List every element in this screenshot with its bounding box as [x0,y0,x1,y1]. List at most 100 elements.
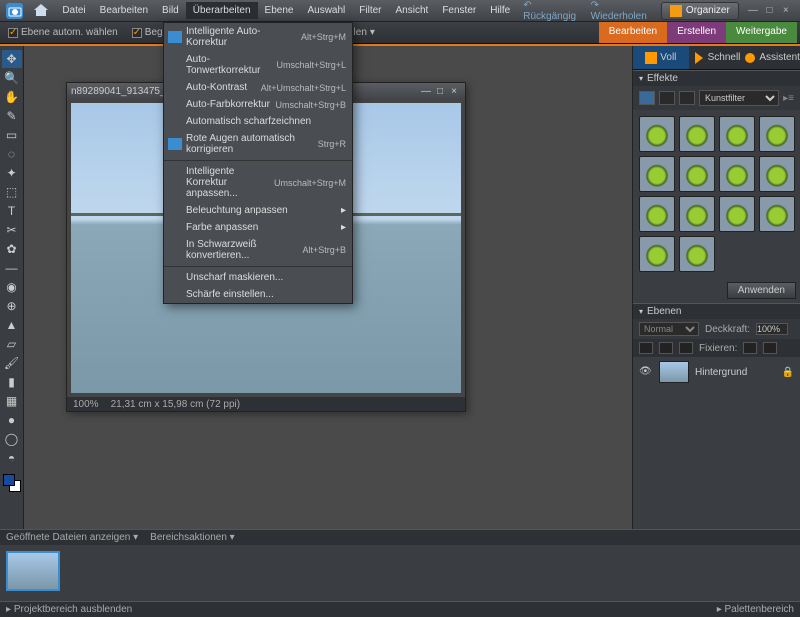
lock-pixels-icon[interactable] [763,342,777,354]
clone-stamp-tool[interactable]: ▲ [2,316,22,334]
cookie-cutter-tool[interactable]: ✿ [2,240,22,258]
layer-row[interactable]: 👁 Hintergrund 🔒 [633,357,800,387]
menu-item[interactable]: Intelligente Auto-KorrekturAlt+Strg+M [164,23,352,51]
bin-show-dropdown[interactable]: Geöffnete Dateien anzeigen ▾ [6,532,138,543]
effect-thumb[interactable] [679,236,715,272]
effects-category-select[interactable]: Kunstfilter [699,90,779,106]
effects-tab-icon[interactable] [679,91,695,105]
adjustment-layer-icon[interactable] [659,342,673,354]
styles-tab-icon[interactable] [659,91,675,105]
tab-weitergabe[interactable]: Weitergabe [726,22,797,43]
zoom-tool[interactable]: 🔍 [2,69,22,87]
minimize-icon[interactable]: — [748,5,758,16]
eyedropper-tool[interactable]: ✎ [2,107,22,125]
redo-button[interactable]: ↷ Wiederholen [591,0,649,22]
shape-tool[interactable]: ● [2,411,22,429]
bin-actions-dropdown[interactable]: Bereichsaktionen ▾ [150,532,235,543]
menu-ebene[interactable]: Ebene [258,2,301,19]
menu-item[interactable]: Auto-TonwertkorrekturUmschalt+Strg+L [164,51,352,79]
menu-hilfe[interactable]: Hilfe [483,2,517,19]
menu-item[interactable]: Auto-FarbkorrekturUmschalt+Strg+B [164,96,352,113]
menu-item[interactable]: Unscharf maskieren... [164,269,352,286]
effect-thumb[interactable] [639,236,675,272]
eraser-tool[interactable]: ▱ [2,335,22,353]
checkbox-icon[interactable] [8,28,18,38]
lock-all-icon[interactable] [743,342,757,354]
menu-item[interactable]: Automatisch scharfzeichnen [164,113,352,130]
effects-panel-header[interactable]: ▾Effekte [633,70,800,86]
opacity-input[interactable] [756,323,788,335]
menu-bearbeiten[interactable]: Bearbeiten [93,2,155,19]
effect-thumb[interactable] [759,156,795,192]
menu-item[interactable]: Farbe anpassen▸ [164,219,352,236]
menu-item[interactable]: Beleuchtung anpassen▸ [164,202,352,219]
menu-bild[interactable]: Bild [155,2,186,19]
effect-thumb[interactable] [639,116,675,152]
bin-thumbnail[interactable] [6,551,60,591]
brush-tool[interactable]: 🖌 [2,354,22,372]
effect-thumb[interactable] [719,196,755,232]
effect-thumb[interactable] [679,156,715,192]
delete-layer-icon[interactable] [679,342,693,354]
palette-toggle[interactable]: ▸ Palettenbereich [717,604,794,615]
undo-button[interactable]: ↶ Rückgängig [523,0,578,22]
doc-maximize-icon[interactable]: □ [433,86,447,97]
hide-bin-toggle[interactable]: ▸ Projektbereich ausblenden [6,604,132,615]
organizer-button[interactable]: Organizer [661,2,739,20]
doc-close-icon[interactable]: × [447,86,461,97]
menu-ueberarbeiten[interactable]: Überarbeiten [186,2,258,19]
effect-thumb[interactable] [719,156,755,192]
blend-mode-select[interactable]: Normal [639,322,699,336]
selection-brush-tool[interactable]: ⬚ [2,183,22,201]
visibility-eye-icon[interactable]: 👁 [639,366,653,378]
menu-item[interactable]: Auto-KontrastAlt+Umschalt+Strg+L [164,79,352,96]
mode-guided[interactable]: Assistent [744,46,800,69]
menu-datei[interactable]: Datei [55,2,92,19]
mode-quick[interactable]: Schnell [689,46,745,69]
gradient-tool[interactable]: ▦ [2,392,22,410]
mode-full[interactable]: Voll [633,46,689,69]
close-icon[interactable]: × [781,5,791,16]
effect-thumb[interactable] [639,156,675,192]
layers-panel-header[interactable]: ▾Ebenen [633,303,800,319]
effect-thumb[interactable] [679,196,715,232]
app-logo[interactable] [6,3,23,19]
menu-auswahl[interactable]: Auswahl [300,2,352,19]
tab-bearbeiten[interactable]: Bearbeiten [599,22,667,43]
healing-brush-tool[interactable]: ⊕ [2,297,22,315]
menu-item[interactable]: Schärfe einstellen... [164,286,352,303]
menu-item[interactable]: In Schwarzweiß konvertieren...Alt+Strg+B [164,236,352,264]
straighten-tool[interactable]: — [2,259,22,277]
marquee-tool[interactable]: ▭ [2,126,22,144]
effect-thumb[interactable] [679,116,715,152]
panel-menu-icon[interactable]: ▸≡ [783,93,794,104]
home-icon[interactable] [33,3,49,19]
filters-tab-icon[interactable] [639,91,655,105]
move-tool[interactable]: ✥ [2,50,22,68]
new-layer-icon[interactable] [639,342,653,354]
effect-thumb[interactable] [719,116,755,152]
red-eye-tool[interactable]: ◉ [2,278,22,296]
type-tool[interactable]: T [2,202,22,220]
hand-tool[interactable]: ✋ [2,88,22,106]
lasso-tool[interactable]: ◌ [2,145,22,163]
magic-wand-tool[interactable]: ✦ [2,164,22,182]
paint-bucket-tool[interactable]: ▮ [2,373,22,391]
menu-item[interactable]: Intelligente Korrektur anpassen...Umscha… [164,163,352,202]
checkbox-icon[interactable] [132,28,142,38]
menu-item[interactable]: Rote Augen automatisch korrigierenStrg+R [164,130,352,158]
doc-minimize-icon[interactable]: — [419,86,433,97]
crop-tool[interactable]: ✂ [2,221,22,239]
foreground-background-colors[interactable] [3,474,21,492]
menu-filter[interactable]: Filter [352,2,388,19]
zoom-level[interactable]: 100% [73,399,99,410]
effect-thumb[interactable] [759,116,795,152]
layer-thumbnail[interactable] [659,361,689,383]
menu-fenster[interactable]: Fenster [435,2,483,19]
sponge-tool[interactable]: ◓ [2,449,22,467]
effect-thumb[interactable] [759,196,795,232]
apply-button[interactable]: Anwenden [727,282,796,299]
auto-select-layer[interactable]: Ebene autom. wählen [8,27,118,38]
maximize-icon[interactable]: □ [764,5,774,16]
menu-ansicht[interactable]: Ansicht [389,2,436,19]
